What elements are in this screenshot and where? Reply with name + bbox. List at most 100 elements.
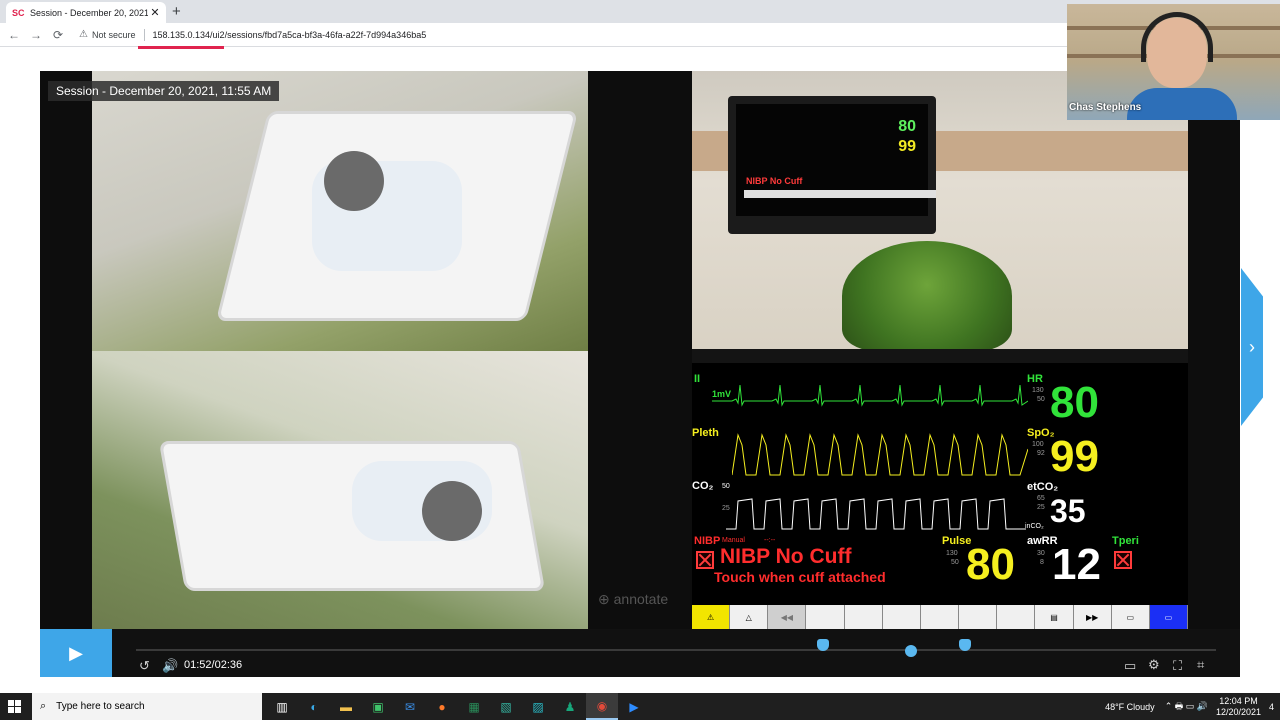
hr-limit-low: 50	[1037, 396, 1045, 403]
wall-monitor: 80 99 NIBP No Cuff	[728, 96, 936, 234]
wall-monitor-toolbar	[744, 190, 936, 198]
fullscreen-icon[interactable]: ⛶	[1173, 658, 1182, 674]
wall-monitor-hr: 80	[898, 118, 916, 135]
new-tab-button[interactable]: +	[172, 3, 181, 20]
awrr-limit-low: 8	[1040, 559, 1044, 566]
manikin-head	[324, 151, 384, 211]
app-icon-figure[interactable]: ♟	[554, 693, 586, 720]
play-button[interactable]: ▶	[40, 629, 112, 677]
monitor-rewind-button: ◀◀	[768, 605, 807, 629]
etco2-limit-high: 65	[1037, 495, 1045, 502]
monitor-forward-button: ▶▶	[1073, 605, 1112, 629]
hr-limit-high: 130	[1032, 387, 1044, 394]
omnibox[interactable]: ⚠ Not secure 158.135.0.134/ui2/sessions/…	[79, 26, 426, 44]
pulse-limit-high: 130	[946, 550, 958, 557]
file-explorer-icon[interactable]: ▬	[330, 693, 362, 720]
zoom-icon[interactable]: ▶	[618, 693, 650, 720]
monitor-blank-button	[997, 605, 1036, 629]
task-view-icon[interactable]: ▥	[266, 693, 298, 720]
patient-monitor-feed: II 1mV HR 130 50 80 Pleth SpO₂ 100 92 99…	[692, 363, 1189, 629]
clock-time: 12:04 PM	[1219, 695, 1258, 706]
headset-icon	[1141, 12, 1213, 62]
chrome-icon[interactable]: ◉	[586, 693, 618, 720]
reload-button[interactable]: ⟳	[47, 28, 69, 42]
camera-feed-overhead	[92, 71, 588, 351]
pleth-waveform	[732, 433, 1028, 476]
tperi-disabled-icon	[1114, 551, 1132, 569]
volume-icon[interactable]: 🔊	[162, 658, 178, 674]
wall-monitor-spo2: 99	[898, 138, 916, 155]
weather-widget[interactable]: 48°F Cloudy	[1105, 702, 1155, 712]
potted-plant	[842, 241, 1012, 349]
monitor-home-button: ▭	[1149, 605, 1189, 629]
browser-tab[interactable]: SC Session - December 20, 2021, 11:55 AM…	[6, 2, 166, 23]
tray-icons[interactable]: ⌃ 🖶 ▭ 🔊	[1165, 699, 1208, 715]
annotate-button[interactable]: ⊕ annotate	[598, 591, 668, 608]
awrr-value: 12	[1052, 540, 1101, 589]
security-warning-icon[interactable]: ⚠	[79, 29, 88, 40]
etco2-label: etCO₂	[1027, 481, 1059, 493]
etco2-value: 35	[1050, 493, 1086, 529]
cast-icon[interactable]: ▭	[1124, 658, 1136, 674]
app-icon-teal[interactable]: ▧	[490, 693, 522, 720]
scrub-handle[interactable]	[905, 645, 918, 657]
monitor-blank-button	[959, 605, 998, 629]
chevron-right-icon: ›	[1249, 336, 1255, 357]
next-panel-button[interactable]: ›	[1241, 268, 1263, 426]
app-icon-green[interactable]: ▦	[458, 693, 490, 720]
nibp-no-cuff-message: NIBP No Cuff	[720, 545, 852, 568]
camera-feed-corner	[92, 351, 588, 629]
timeline-marker[interactable]	[959, 639, 972, 651]
session-title-overlay: Session - December 20, 2021, 11:55 AM	[48, 81, 280, 101]
omnibox-divider	[143, 28, 145, 41]
taskbar-search[interactable]: ⌕ Type here to search	[32, 693, 262, 720]
inco2-label: inCO₂	[1025, 523, 1044, 530]
wall-monitor-nibp: NIBP No Cuff	[746, 176, 803, 186]
video-call-tile[interactable]: Chas Stephens	[1067, 4, 1280, 120]
timeline-marker[interactable]	[816, 639, 829, 651]
nibp-label: NIBP	[694, 535, 721, 547]
crop-icon[interactable]: ⌗	[1197, 657, 1204, 673]
nibp-disabled-icon	[696, 551, 714, 569]
clock-date: 12/20/2021	[1215, 706, 1261, 717]
hr-value: 80	[1050, 378, 1099, 427]
player-controls: ▶ ↺ 🔊 01:52/02:36 ▭ ⚙ ⛶ ⌗	[40, 629, 1240, 677]
system-clock[interactable]: 12:04 PM 12/20/2021	[1216, 696, 1261, 718]
monitor-blank-button	[844, 605, 883, 629]
store-icon[interactable]: ▣	[362, 693, 394, 720]
edge-browser-icon[interactable]: ◐	[298, 693, 330, 720]
ecg-waveform	[712, 384, 1028, 407]
monitor-trends-button: ▤	[1035, 605, 1074, 629]
page-load-indicator	[138, 46, 224, 49]
monitor-toolbar: ⚠ △ ◀◀ ▤ ▶▶ ▭ ▭	[692, 605, 1189, 629]
spo2-value: 99	[1050, 432, 1099, 481]
forward-button[interactable]: →	[25, 28, 47, 42]
time-display: 01:52/02:36	[184, 659, 243, 671]
taskbar-apps: ▥ ◐ ▬ ▣ ✉ ● ▦ ▧ ▨ ♟ ◉ ▶	[266, 693, 650, 720]
session-video-player[interactable]: Session - December 20, 2021, 11:55 AM 80…	[40, 71, 1240, 677]
monitor-blank-button	[920, 605, 960, 629]
url-text[interactable]: 158.135.0.134/ui2/sessions/fbd7a5ca-bf3a…	[153, 30, 427, 40]
spo2-limit-low: 92	[1037, 450, 1045, 457]
site-favicon-icon: SC	[12, 7, 25, 18]
close-tab-icon[interactable]: ✕	[148, 6, 162, 19]
co2-label: CO₂	[692, 480, 714, 492]
mail-icon[interactable]: ✉	[394, 693, 426, 720]
notification-count[interactable]: 4	[1269, 702, 1274, 712]
replay-icon[interactable]: ↺	[139, 658, 150, 674]
hr-label: HR	[1027, 373, 1043, 385]
awrr-limit-high: 30	[1037, 550, 1045, 557]
settings-icon[interactable]: ⚙	[1148, 657, 1160, 673]
monitor-alarm-button: ⚠	[692, 605, 731, 629]
security-label[interactable]: Not secure	[92, 30, 136, 40]
back-button[interactable]: ←	[3, 28, 25, 42]
co2-scale-high: 50	[722, 483, 730, 490]
app-icon-cyan[interactable]: ▨	[522, 693, 554, 720]
windows-start-icon[interactable]	[8, 700, 21, 713]
system-tray: 48°F Cloudy ⌃ 🖶 ▭ 🔊 12:04 PM 12/20/2021 …	[1105, 693, 1274, 720]
tab-title: Session - December 20, 2021, 11:55 AM	[30, 7, 148, 18]
manikin-head	[422, 481, 482, 541]
firefox-icon[interactable]: ●	[426, 693, 458, 720]
monitor-menu-button: ▭	[1111, 605, 1150, 629]
timeline-track[interactable]	[136, 639, 1216, 657]
